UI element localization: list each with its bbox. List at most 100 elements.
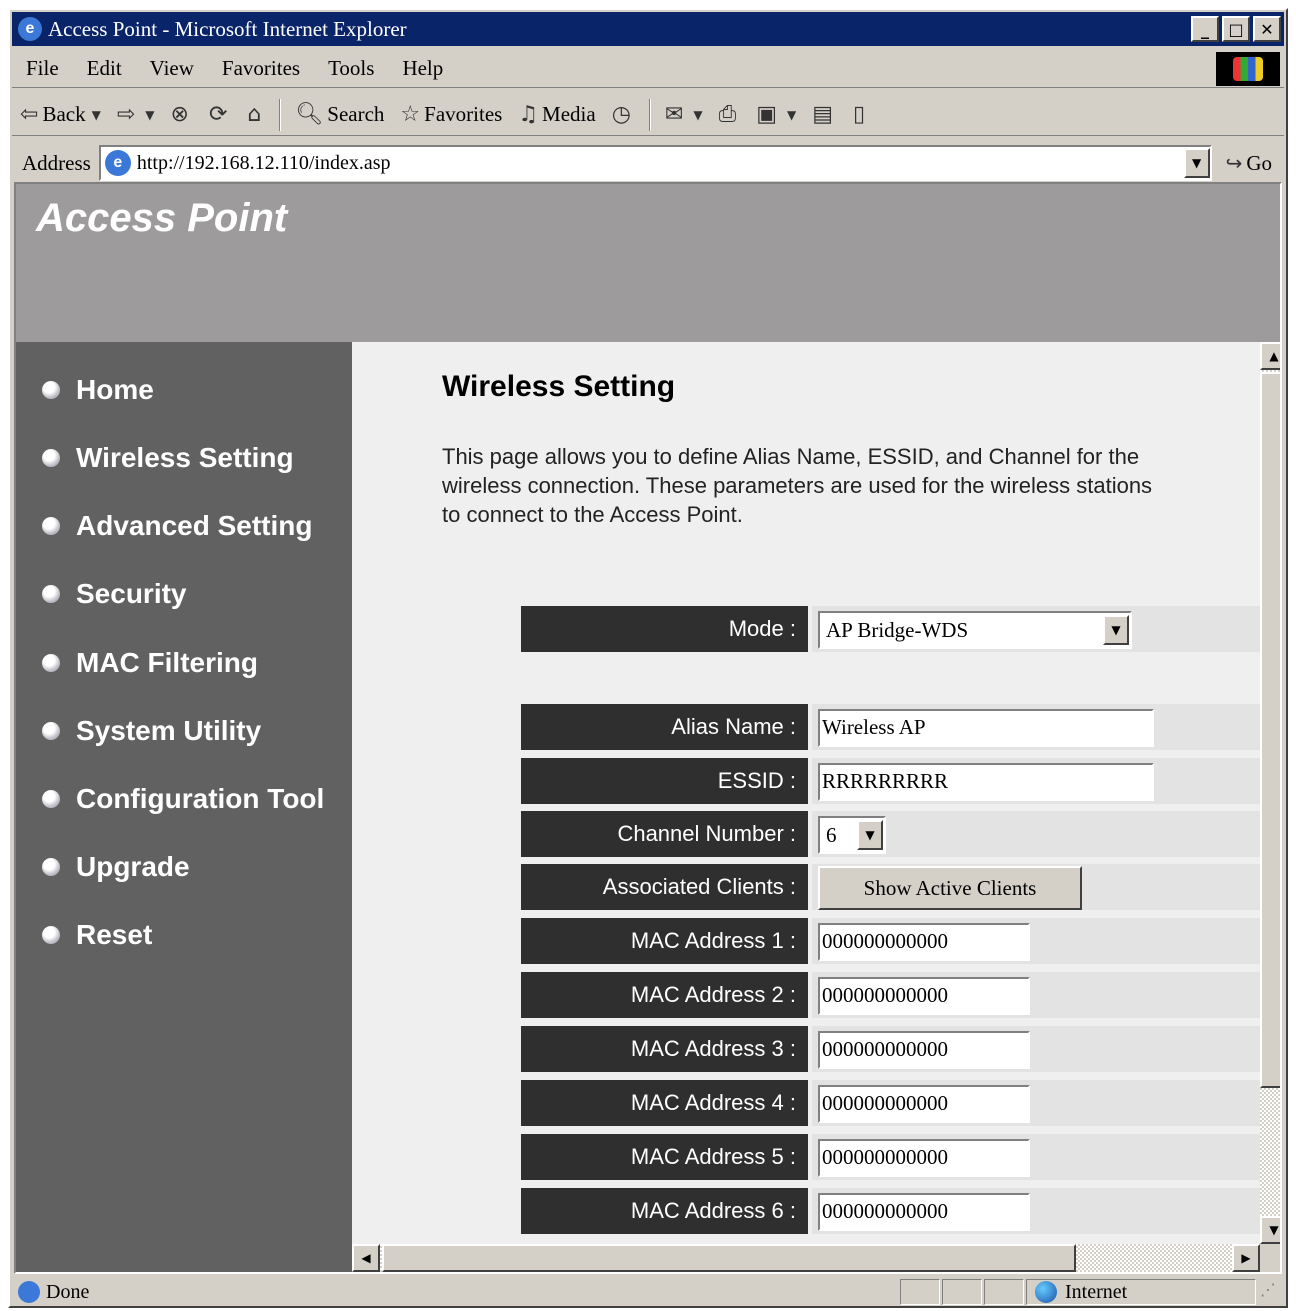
mode-select[interactable]: AP Bridge-WDS ▼: [818, 611, 1132, 649]
media-icon: ♫: [518, 102, 539, 127]
print-button[interactable]: ⎙: [711, 102, 749, 127]
scroll-down-icon[interactable]: ▼: [1260, 1216, 1280, 1244]
toolbar-separator: [279, 98, 282, 131]
minimize-icon: _: [1201, 19, 1209, 39]
mac-input-4[interactable]: 000000000000: [818, 1085, 1030, 1123]
maximize-button[interactable]: □: [1222, 16, 1250, 42]
scroll-up-icon[interactable]: ▲: [1260, 342, 1280, 370]
mac-input-3[interactable]: 000000000000: [818, 1031, 1030, 1069]
nav-item-wireless-setting[interactable]: Wireless Setting: [42, 442, 294, 474]
refresh-button[interactable]: ⟳: [201, 102, 239, 127]
mac-row-1: MAC Address 1 : 000000000000: [521, 918, 1260, 964]
menu-view[interactable]: View: [136, 56, 208, 81]
nav-item-configuration-tool[interactable]: Configuration Tool: [42, 783, 324, 815]
mode-value: AP Bridge-WDS: [826, 617, 969, 642]
nav-item-security[interactable]: Security: [42, 578, 187, 610]
go-button[interactable]: ↪ Go: [1212, 151, 1284, 176]
vertical-scroll-thumb[interactable]: [1260, 372, 1280, 1088]
show-active-clients-button[interactable]: Show Active Clients: [818, 866, 1082, 910]
discuss-icon: ▤: [812, 102, 834, 127]
mac-input-2[interactable]: 000000000000: [818, 977, 1030, 1015]
horizontal-scroll-thumb[interactable]: [382, 1244, 1076, 1272]
favorites-button[interactable]: ☆ Favorites: [392, 102, 510, 127]
stop-button[interactable]: ⊗: [163, 102, 201, 127]
forward-button[interactable]: ⇨ ▼: [109, 102, 163, 127]
messenger-icon: ▯: [853, 102, 866, 127]
nav-item-label: Wireless Setting: [76, 442, 294, 473]
home-button[interactable]: ⌂: [239, 102, 273, 127]
forward-dropdown-icon[interactable]: ▼: [145, 108, 154, 122]
nav-item-system-utility[interactable]: System Utility: [42, 715, 261, 747]
bullet-icon: [42, 517, 60, 535]
ie-icon: e: [18, 17, 42, 41]
media-button[interactable]: ♫ Media: [510, 102, 603, 127]
back-label: Back: [42, 102, 86, 126]
nav-item-mac-filtering[interactable]: MAC Filtering: [42, 647, 258, 679]
home-icon: ⌂: [247, 102, 262, 127]
essid-field-cell: RRRRRRRRR: [812, 758, 1260, 804]
minimize-button[interactable]: _: [1191, 16, 1219, 42]
essid-input[interactable]: RRRRRRRRR: [818, 763, 1154, 801]
scroll-left-icon[interactable]: ◀: [352, 1244, 380, 1272]
discuss-button[interactable]: ▤: [804, 102, 845, 127]
resize-grip-icon[interactable]: ⋰: [1260, 1280, 1284, 1304]
channel-select[interactable]: 6 ▼: [818, 816, 886, 854]
status-text: Done: [46, 1280, 90, 1303]
bullet-icon: [42, 790, 60, 808]
mac-input-5[interactable]: 000000000000: [818, 1139, 1030, 1177]
nav-item-advanced-setting[interactable]: Advanced Setting: [42, 510, 312, 542]
edit-dropdown-icon[interactable]: ▼: [787, 108, 796, 122]
mail-dropdown-icon[interactable]: ▼: [693, 108, 702, 122]
nav-item-upgrade[interactable]: Upgrade: [42, 851, 190, 883]
menu-edit[interactable]: Edit: [73, 56, 136, 81]
messenger-button[interactable]: ▯: [845, 102, 877, 127]
alias-input[interactable]: Wireless AP: [818, 709, 1154, 747]
mac-field-cell-6: 000000000000: [812, 1188, 1260, 1234]
window-title: Access Point - Microsoft Internet Explor…: [48, 16, 407, 41]
menu-tools[interactable]: Tools: [314, 56, 388, 81]
menu-file[interactable]: File: [12, 56, 73, 81]
chevron-down-icon[interactable]: ▼: [1103, 615, 1129, 645]
search-label: Search: [327, 102, 385, 126]
nav-item-reset[interactable]: Reset: [42, 919, 152, 951]
maximize-icon: □: [1228, 19, 1244, 39]
clients-row: Associated Clients : Show Active Clients: [521, 864, 1260, 910]
edit-button[interactable]: ▣ ▼: [748, 102, 804, 127]
bullet-icon: [42, 654, 60, 672]
favorites-label: Favorites: [424, 102, 503, 126]
menu-help[interactable]: Help: [388, 56, 457, 81]
status-bar: Done Internet ⋰: [12, 1278, 1284, 1306]
vertical-scrollbar[interactable]: ▲ ▼: [1260, 342, 1280, 1244]
go-label: Go: [1246, 150, 1272, 175]
go-arrow-icon: ↪: [1225, 151, 1243, 175]
forward-arrow-icon: ⇨: [116, 102, 136, 127]
mac-input-6[interactable]: 000000000000: [818, 1193, 1030, 1231]
page-viewport: Access Point Home Wireless Setting Advan…: [14, 182, 1282, 1274]
page-icon: e: [104, 150, 131, 176]
address-input[interactable]: e http://192.168.12.110/index.asp ▼: [98, 145, 1212, 181]
nav-item-home[interactable]: Home: [42, 374, 154, 406]
mac-row-3: MAC Address 3 : 000000000000: [521, 1026, 1260, 1072]
menu-favorites[interactable]: Favorites: [208, 56, 314, 81]
address-url[interactable]: http://192.168.12.110/index.asp: [137, 152, 1184, 175]
address-dropdown-icon[interactable]: ▼: [1183, 148, 1210, 178]
page-banner: Access Point: [16, 184, 1280, 342]
mail-button[interactable]: ✉ ▼: [657, 102, 711, 127]
mac-input-1[interactable]: 000000000000: [818, 923, 1030, 961]
status-panel: [900, 1279, 940, 1305]
scroll-right-icon[interactable]: ▶: [1232, 1244, 1260, 1272]
search-button[interactable]: 🔍︎ Search: [287, 102, 392, 127]
close-button[interactable]: ✕: [1253, 16, 1281, 42]
security-zone: Internet: [1026, 1279, 1256, 1305]
horizontal-scrollbar[interactable]: ◀ ▶: [352, 1244, 1260, 1272]
bullet-icon: [42, 381, 60, 399]
history-button[interactable]: ◷: [604, 102, 643, 127]
back-button[interactable]: ⇦ Back ▼: [12, 102, 109, 127]
mode-field-cell: AP Bridge-WDS ▼: [812, 606, 1260, 652]
mac-label-2: MAC Address 2 :: [521, 972, 808, 1018]
chevron-down-icon[interactable]: ▼: [857, 820, 883, 850]
bullet-icon: [42, 722, 60, 740]
back-dropdown-icon[interactable]: ▼: [92, 108, 101, 122]
mode-label: Mode :: [521, 606, 808, 652]
page-status-icon: [18, 1281, 40, 1303]
